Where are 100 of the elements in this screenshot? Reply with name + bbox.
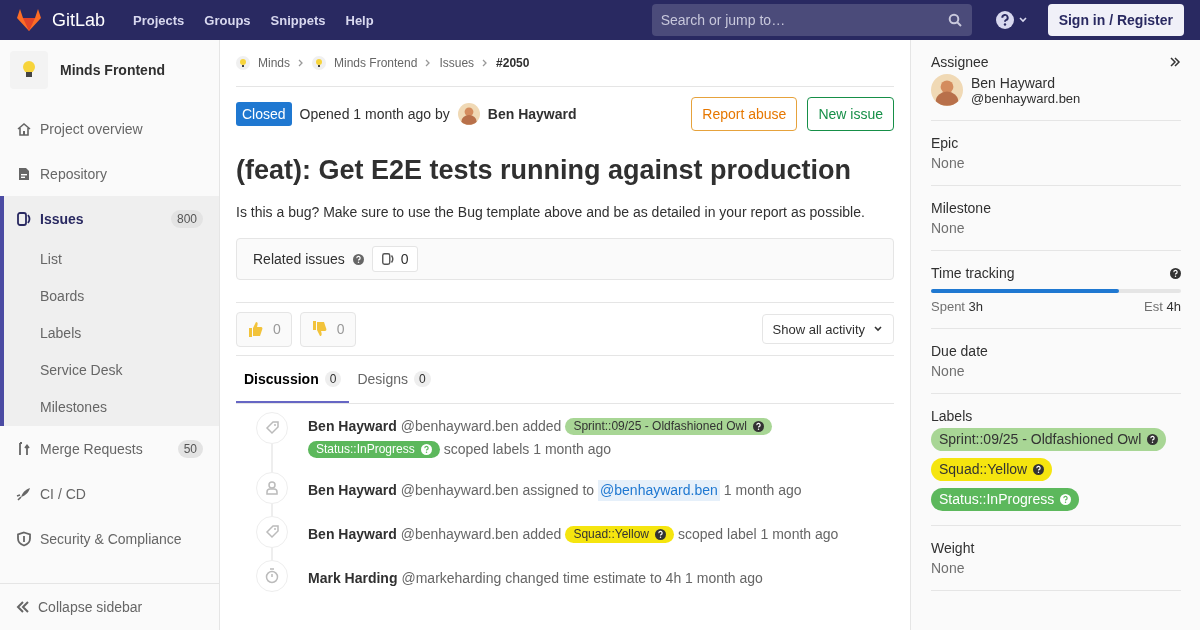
label-badge[interactable]: Squad::Yellow	[931, 458, 1053, 481]
document-icon	[16, 165, 32, 182]
event-text: assigned to	[522, 480, 595, 500]
event-text: scoped labels 1 month ago	[443, 440, 612, 459]
help-icon	[352, 253, 364, 265]
assignee-handle: @benhayward.ben	[971, 90, 1081, 106]
activity-filter-dropdown[interactable]: Show all activity	[761, 314, 894, 344]
sidebar-subitem[interactable]: List	[4, 241, 219, 278]
thumbs-up-icon	[247, 320, 263, 338]
author-link[interactable]: Ben Hayward	[487, 106, 577, 122]
project-name[interactable]: Minds Frontend	[60, 62, 165, 78]
event-text: 1 month ago	[723, 480, 802, 500]
help-icon	[1170, 267, 1181, 279]
help-icon	[655, 528, 666, 540]
event-handle: @benhayward.ben	[400, 417, 519, 436]
help-icon	[1033, 464, 1045, 475]
assignee-name[interactable]: Ben Hayward	[971, 74, 1081, 91]
label-badge[interactable]: Squad::Yellow	[565, 525, 674, 543]
sidebar-subitem[interactable]: Milestones	[4, 389, 219, 426]
sidebar-item[interactable]: Issues 800	[4, 196, 219, 241]
breadcrumb-link[interactable]: Minds	[258, 56, 290, 70]
spent-text: Spent 3h	[931, 299, 984, 314]
expand-icon[interactable]	[1169, 56, 1181, 68]
event-handle: @benhayward.ben	[400, 524, 519, 544]
chevron-icon	[482, 59, 489, 67]
related-count[interactable]: 0	[371, 246, 418, 272]
related-issues-label: Related issues	[253, 251, 345, 267]
breadcrumb-link[interactable]: Issues	[439, 56, 475, 70]
sidebar-item[interactable]: Project overview	[0, 106, 219, 151]
event-handle: @markeharding	[401, 568, 502, 588]
merge-request-icon	[16, 440, 32, 457]
sign-in-button[interactable]: Sign in / Register	[1047, 4, 1184, 36]
nav-link[interactable]: Snippets	[270, 12, 326, 28]
brand-name[interactable]: GitLab	[52, 9, 106, 31]
sidebar-item[interactable]: CI / CD	[0, 471, 219, 516]
count-badge: 50	[177, 439, 203, 458]
help-dropdown[interactable]	[995, 11, 1028, 29]
section-value: None	[931, 155, 966, 171]
section-title: Epic	[931, 135, 959, 151]
sidebar-subitem[interactable]: Labels	[4, 315, 219, 352]
event-author[interactable]: Ben Hayward	[308, 523, 397, 545]
sidebar-item[interactable]: Repository	[0, 151, 219, 196]
nav-link[interactable]: Help	[345, 12, 374, 28]
tab[interactable]: Designs 0	[349, 356, 439, 403]
bulb-icon	[312, 56, 326, 70]
user-icon	[256, 472, 288, 504]
sidebar-item[interactable]: Merge Requests 50	[0, 426, 219, 471]
tag-icon	[256, 412, 288, 444]
issue-description: Is this a bug? Make sure to use the Bug template above and be as detailed in your report as possible.	[236, 204, 866, 220]
section-title: Assignee	[931, 54, 989, 70]
search-icon	[947, 13, 962, 27]
project-avatar	[10, 51, 48, 89]
shield-icon	[16, 530, 32, 547]
status-badge: Closed	[236, 102, 292, 126]
event-text: scoped label 1 month ago	[678, 524, 839, 544]
fox-logo-icon	[16, 8, 42, 32]
event-author[interactable]: Ben Hayward	[308, 416, 397, 437]
double-chevron-icon	[16, 600, 30, 614]
sidebar-subitem[interactable]: Service Desk	[4, 352, 219, 389]
issue-title: (feat): Get E2E tests running against production	[236, 155, 853, 186]
estimate-text: Est 4h	[1144, 299, 1181, 314]
section-value: None	[931, 363, 966, 379]
sidebar-item[interactable]: Security & Compliance	[0, 516, 219, 561]
help-icon	[1060, 494, 1072, 505]
caret-icon	[1017, 15, 1028, 25]
label-badge[interactable]: Sprint::09/25 - Oldfashioned Owl	[565, 418, 772, 435]
section-value: None	[931, 220, 966, 236]
breadcrumb-link[interactable]: #2050	[496, 56, 530, 70]
section-title: Labels	[931, 408, 973, 424]
help-icon	[420, 444, 432, 455]
help-icon	[1147, 434, 1159, 445]
chevron-icon	[298, 59, 304, 67]
nav-link[interactable]: Groups	[204, 12, 251, 28]
new-issue-button[interactable]: New issue	[807, 97, 894, 131]
rocket-icon	[16, 485, 32, 502]
event-author[interactable]: Mark Harding	[308, 567, 398, 589]
event-text: added	[522, 417, 562, 436]
caret-icon	[873, 324, 883, 334]
stopwatch-icon	[256, 560, 288, 592]
thumbs-down-icon	[310, 320, 327, 338]
issues-icon	[380, 252, 395, 266]
help-icon	[752, 421, 764, 432]
sidebar-subitem[interactable]: Boards	[4, 278, 219, 315]
event-author[interactable]: Ben Hayward	[308, 479, 397, 501]
breadcrumb-link[interactable]: Minds Frontend	[334, 56, 418, 70]
section-title: Milestone	[931, 200, 991, 216]
home-icon	[16, 120, 32, 137]
avatar	[457, 103, 480, 125]
chevron-icon	[425, 59, 432, 67]
search-field[interactable]: Search or jump to…	[651, 4, 972, 36]
section-value: None	[931, 560, 966, 576]
event-text: added	[522, 524, 562, 544]
tab[interactable]: Discussion 0	[236, 356, 350, 403]
label-badge[interactable]: Sprint::09/25 - Oldfashioned Owl	[931, 428, 1167, 451]
section-title: Time tracking	[931, 265, 1015, 281]
tag-icon	[256, 516, 288, 548]
event-handle: @benhayward.ben	[400, 480, 519, 500]
count-badge: 800	[170, 209, 203, 228]
user-mention[interactable]: @benhayward.ben	[598, 479, 720, 501]
nav-link[interactable]: Projects	[133, 12, 185, 28]
